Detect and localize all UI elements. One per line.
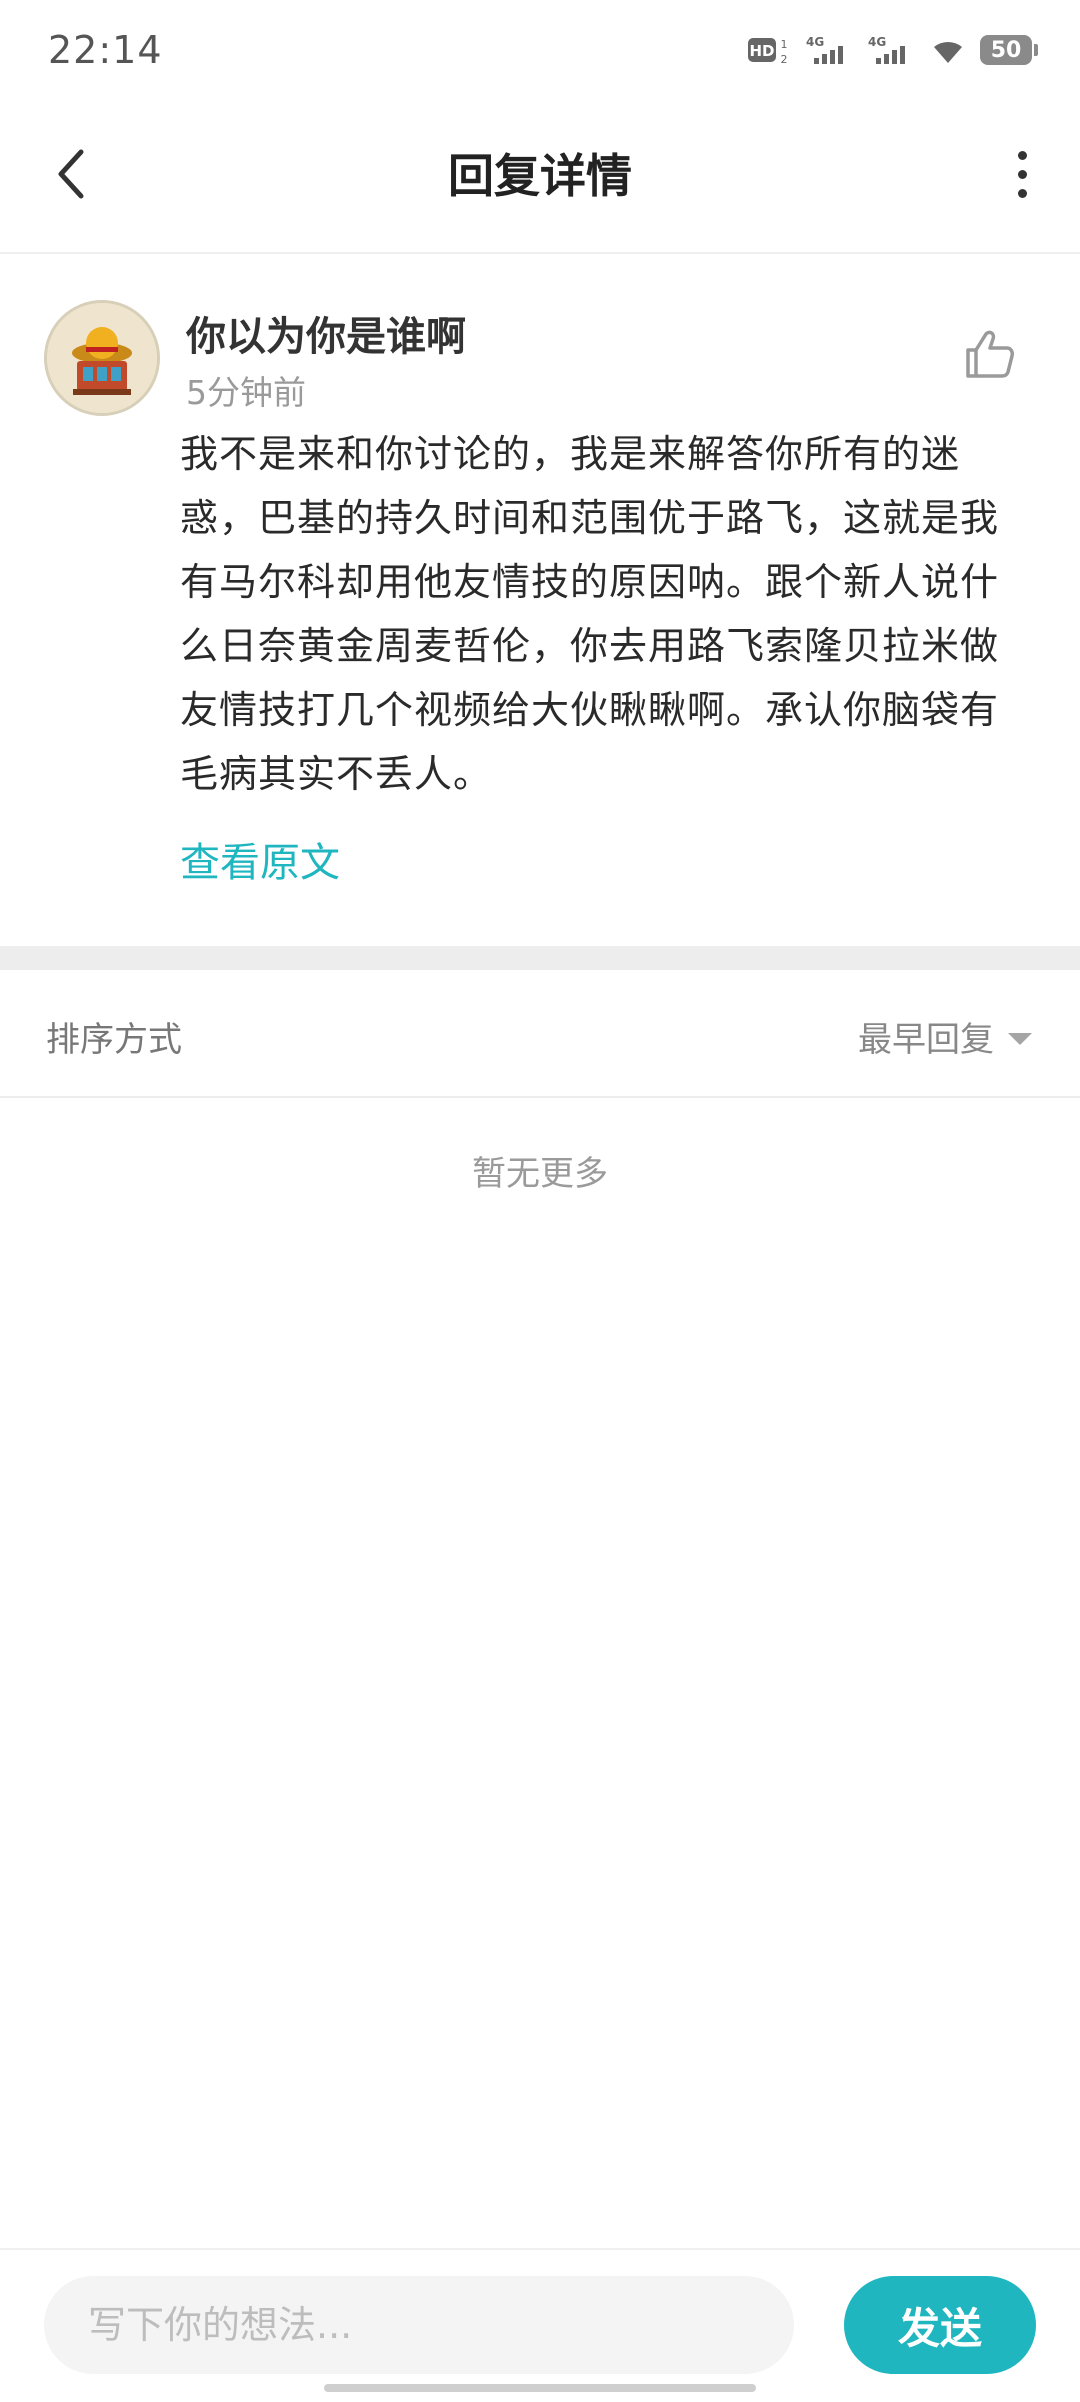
4g-signal-icon: 4G [868,35,905,64]
like-button[interactable] [962,326,1018,382]
username[interactable]: 你以为你是谁啊 [186,304,466,362]
more-dot [1017,188,1027,198]
more-dot [1017,150,1027,160]
home-indicator[interactable] [324,2384,756,2392]
app-bar: 回复详情 [0,104,1080,254]
sort-dropdown[interactable]: 最早回复 [858,1012,1032,1061]
sort-selected-value: 最早回复 [858,1020,994,1060]
status-bar: 22:14 HD 1 2 4G 4G 50 [0,0,1080,104]
timestamp: 5分钟前 [186,373,306,412]
avatar[interactable] [44,300,160,416]
4g-signal-icon: 4G [806,35,843,64]
section-divider [0,946,1080,970]
hd-voice-icon: HD 1 2 [748,38,788,65]
empty-state-text: 暂无更多 [472,1154,608,1194]
thumbs-up-icon [966,330,1014,378]
comment-input[interactable] [44,2276,794,2374]
sort-bar: 排序方式 最早回复 [0,970,1080,1098]
svg-text:1: 1 [781,38,788,51]
bottom-composer: 发送 [0,2248,1080,2402]
wifi-icon [934,41,962,63]
view-original-link[interactable]: 查看原文 [180,830,340,888]
svg-text:HD: HD [749,42,774,60]
reply-content: 我不是来和你讨论的，我是来解答你所有的迷惑，巴基的持久时间和范围优于路飞，这就是… [180,432,1000,796]
send-button[interactable]: 发送 [844,2276,1036,2374]
svg-text:4G: 4G [806,35,824,49]
sort-label: 排序方式 [46,1020,182,1060]
avatar-image [47,303,157,413]
status-icons: HD 1 2 4G 4G 50 [748,34,1038,66]
caret-down-icon [1008,1032,1032,1045]
more-options-button[interactable] [992,134,1052,214]
battery-level: 50 [990,37,1022,63]
svg-text:4G: 4G [868,35,886,49]
reply-card: 你以为你是谁啊 5分钟前 我不是来和你讨论的，我是来解答你所有的迷惑，巴基的持久… [0,254,1080,946]
battery-icon: 50 [980,35,1038,65]
page-title: 回复详情 [448,149,632,203]
more-dot [1017,169,1027,179]
status-time: 22:14 [48,28,163,72]
svg-text:2: 2 [781,53,788,65]
